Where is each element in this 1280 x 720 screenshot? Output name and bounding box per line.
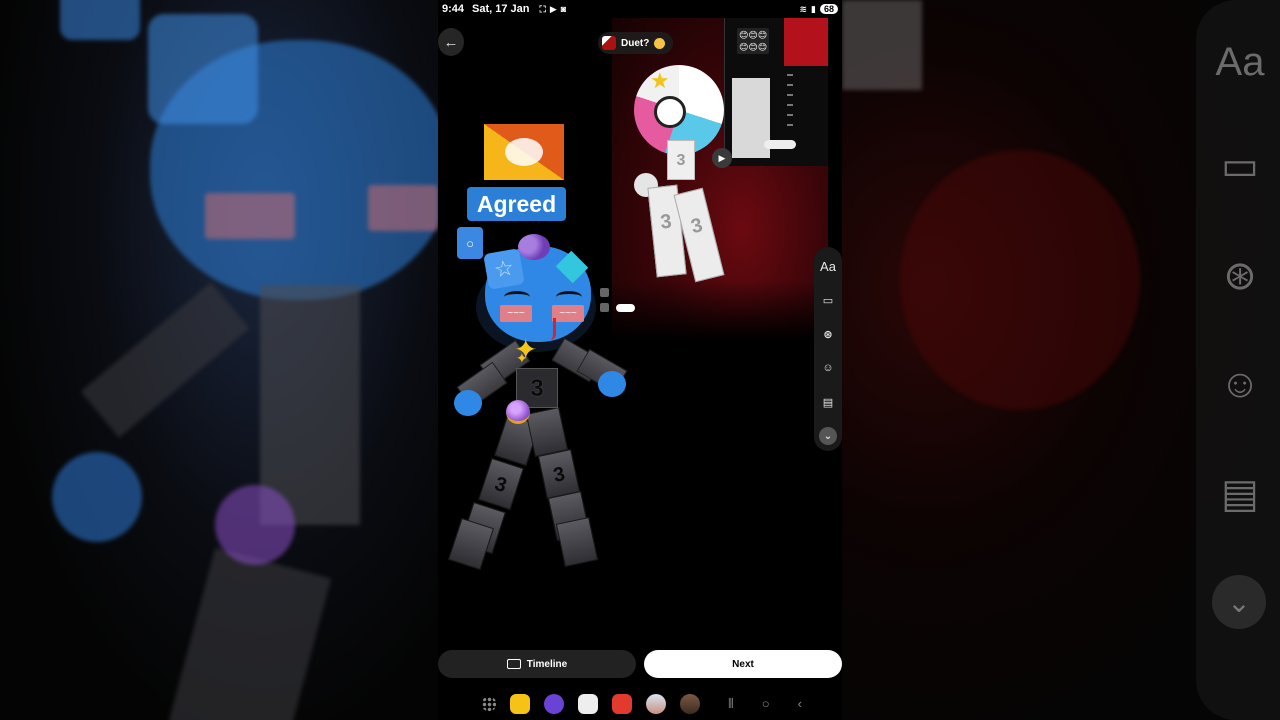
duet-emoji-row: 😊😊😊 😊😊😊 [737,28,770,54]
duet-chip-label: Duet? [621,37,650,49]
notes-app-icon[interactable] [510,694,530,714]
dragon-icon [505,138,543,166]
sparkle-small-icon: ✦ [516,350,528,366]
edit-tool-rail: Aa ▭ ⊛ ☺ ▤ ⌄ [814,247,842,451]
duet-title-chip[interactable]: Duet? [598,32,674,54]
game-app-icon[interactable] [646,694,666,714]
sticker-button[interactable]: ☺ [817,357,839,379]
duet-pie-eye [654,96,686,128]
crystal-ball-icon [506,400,530,424]
bg-eye [205,193,295,239]
bg-chevron-down-icon: ⌄ [1212,575,1266,629]
status-notification-icons: ⛶ ▶ ◙ [540,4,567,15]
system-nav-buttons: ⦀ ○ ‹ [728,696,802,712]
text-tool-button[interactable]: Aa [817,255,839,277]
duet-mini-pill [764,140,796,149]
duet-overlay-lines [787,74,793,134]
character-leg [525,406,569,458]
timeline-button[interactable]: Timeline [438,650,636,678]
game-app-icon[interactable] [680,694,700,714]
red-app-icon[interactable] [612,694,632,714]
bg-effects-icon: ⊛ [1223,254,1257,298]
duet-comment-row [600,303,720,312]
split-clip-button[interactable]: ▭ [817,289,839,311]
bg-white-block [842,0,922,90]
browser-app-icon[interactable] [544,694,564,714]
bg-hand [52,452,142,542]
system-nav-bar: ⦀ ○ ‹ [438,688,842,720]
play-icon: ▶ [712,148,732,168]
bg-split-icon: ▭ [1221,144,1259,188]
bg-text-icon: Aa [1215,39,1265,84]
app-drawer-icon[interactable] [482,697,496,711]
character-tongue [546,318,556,340]
bg-red-glow [900,150,1140,410]
status-right: ≋ ▮ 68 [799,4,838,15]
circle-tile-sticker[interactable]: ○ [457,227,483,259]
character-brow [556,291,582,303]
arrow-left-icon: ← [443,33,459,51]
thumbnail-icon [600,288,609,297]
star-tile-icon: ☆ [483,248,525,290]
captions-button[interactable]: ▤ [817,391,839,413]
chevron-down-icon: ⌄ [823,430,833,442]
app-dock [482,694,700,714]
timeline-label: Timeline [526,658,568,670]
status-time: 9:44 [442,3,465,15]
bg-sticker-icon: ☺ [1219,361,1261,406]
recents-icon[interactable]: ⦀ [728,696,734,712]
character-hand [598,371,626,397]
next-button[interactable]: Next [644,650,842,678]
effects-button[interactable]: ⊛ [817,323,839,345]
effects-icon: ⊛ [823,328,833,341]
character-eye: ~~~ [500,305,532,322]
more-tools-button[interactable]: ⌄ [819,427,837,445]
wifi-icon: ≋ [799,3,808,14]
youtube-icon: ▶ [549,3,557,14]
timeline-icon [506,659,521,669]
grinning-emoji-icon [654,37,666,49]
character-leg [448,517,494,571]
screen-capture-icon: ⛶ [539,3,546,14]
status-date: Sat, 17 Jan [472,3,530,15]
split-clip-icon: ▭ [822,294,834,307]
avatar [600,303,609,312]
avatar [602,36,616,50]
recorder-icon: ◙ [560,3,567,14]
back-nav-icon[interactable]: ‹ [798,696,802,712]
bg-orb [215,485,295,565]
back-button[interactable]: ← [438,28,464,56]
status-bar: 9:44 Sat, 17 Jan ⛶ ▶ ◙ ≋ ▮ 68 [438,0,842,18]
duet-figure-torso: 3 [667,140,695,180]
duet-overlay-info [600,288,720,318]
reply-pill [616,303,635,312]
bg-torso [260,285,360,525]
bhutan-flag-sticker[interactable] [484,124,564,180]
character-leg: 3 [478,457,524,511]
camera-app-icon[interactable] [578,694,598,714]
battery-badge: 68 [819,4,838,14]
captions-icon: ▤ [822,396,834,409]
bg-captions-icon: ▤ [1221,472,1259,516]
character-leg [555,516,599,568]
signal-icon: ▮ [811,3,816,14]
torso-digit: 3 [530,375,544,402]
grapes-icon [518,234,550,260]
phone-screen: 9:44 Sat, 17 Jan ⛶ ▶ ◙ ≋ ▮ 68 ← 😊😊😊 😊😊😊 ★… [438,0,842,720]
bg-tile [60,0,140,40]
character-brow [504,291,530,303]
character-hand [454,390,482,416]
character-eye: ~~~ [552,305,584,322]
duet-red-block [784,18,828,66]
bg-arm [80,282,250,438]
home-icon[interactable]: ○ [762,696,770,712]
agreed-sticker[interactable]: Agreed [467,187,566,221]
blurred-backdrop-left [0,0,438,720]
bg-leg [168,547,332,720]
star-icon: ★ [650,68,670,93]
duet-info-row [600,288,720,297]
bg-eye [368,185,438,231]
sticker-icon: ☺ [822,362,834,374]
bg-star-tile [148,14,258,124]
